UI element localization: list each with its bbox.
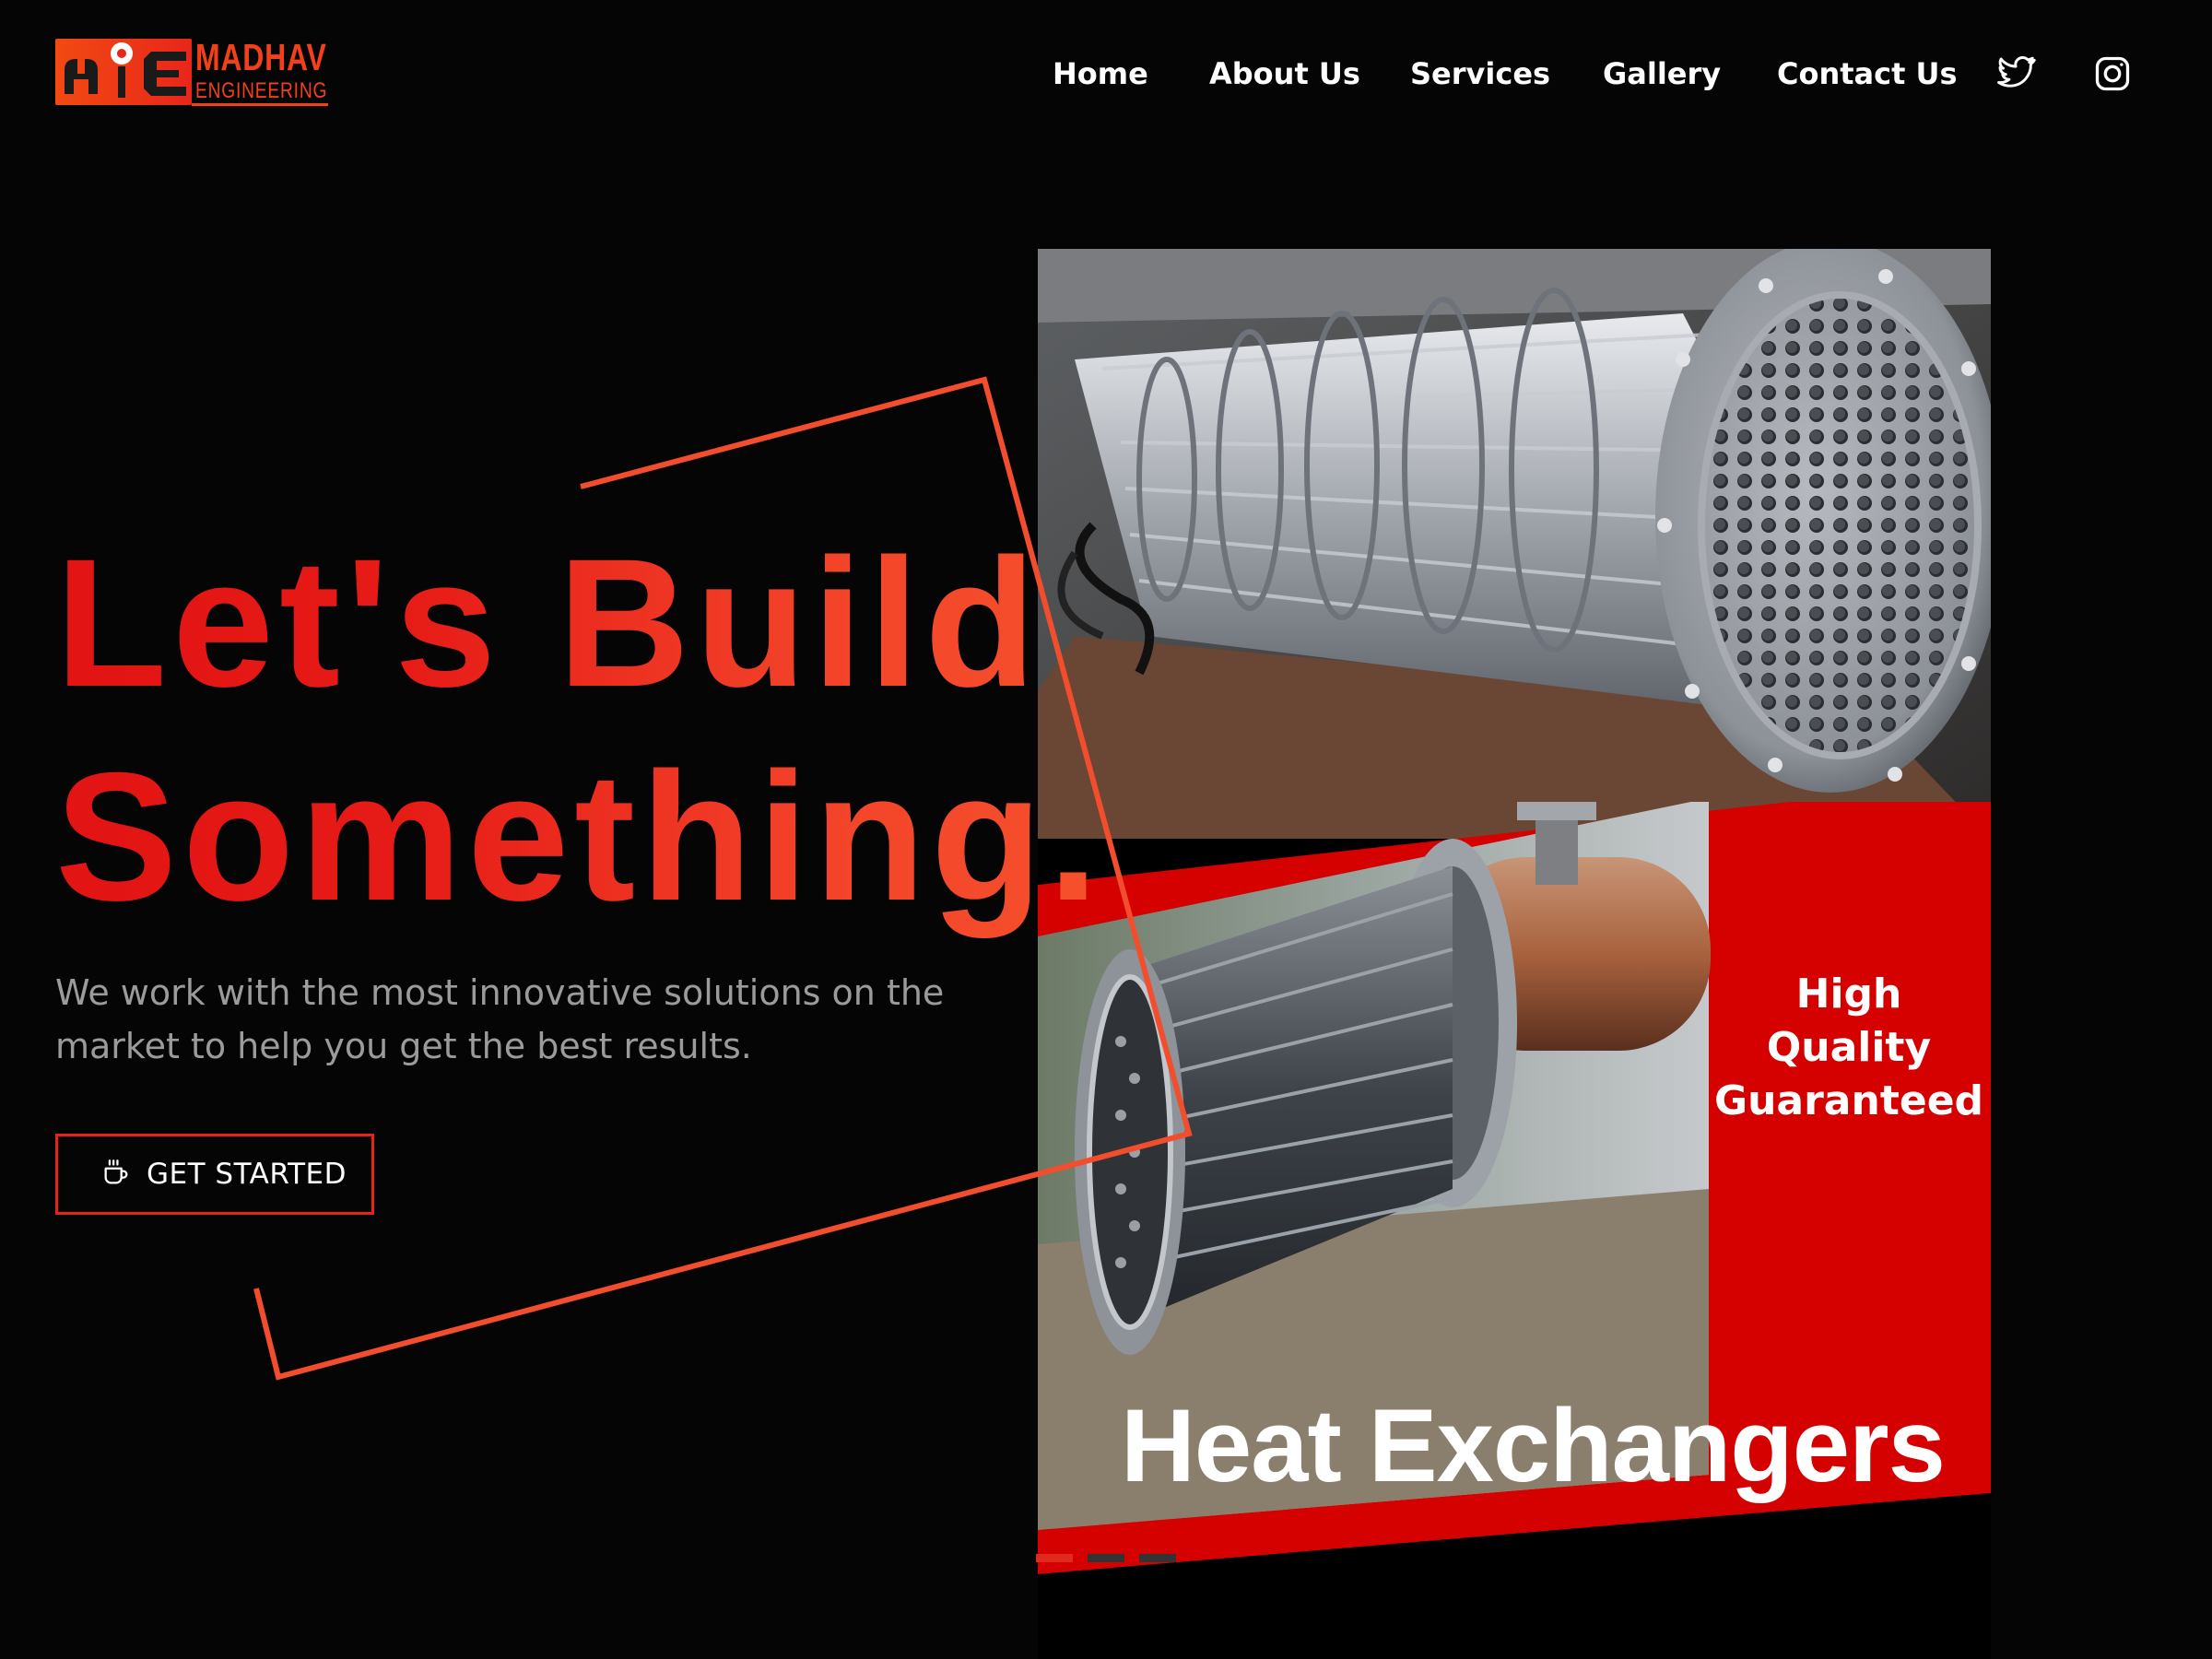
- badge-line1: High Quality: [1766, 971, 1932, 1071]
- brand-name-line2: ENGINEERING: [195, 78, 328, 103]
- nav-gallery[interactable]: Gallery: [1603, 53, 1721, 94]
- logo-mark-icon: [55, 39, 192, 105]
- badge-line2: Guaranteed: [1713, 1077, 1984, 1124]
- tube-bundle-photo: [1038, 249, 1991, 839]
- nav-about-us[interactable]: About Us: [1209, 53, 1360, 94]
- coffee-cup-icon: [100, 1157, 132, 1192]
- brand-name-line1: MADHAV: [195, 36, 327, 78]
- twitter-icon[interactable]: [1996, 53, 2037, 94]
- quality-badge: High Quality Guaranteed: [1711, 968, 1987, 1128]
- brand-name: MADHAV ENGINEERING: [192, 36, 328, 107]
- nav-contact-us[interactable]: Contact Us: [1777, 53, 1958, 94]
- hero-title-line1: Let's Build: [55, 521, 1042, 724]
- nav-home[interactable]: Home: [1053, 53, 1148, 94]
- hero-subtitle: We work with the most innovative solutio…: [55, 972, 945, 1066]
- nav-services[interactable]: Services: [1410, 53, 1550, 94]
- logo[interactable]: MADHAV ENGINEERING: [55, 36, 328, 107]
- brand-underline: [192, 103, 328, 106]
- slider-dot-1[interactable]: [1036, 1554, 1073, 1562]
- hero-title: Let's Build Something.: [55, 516, 1161, 944]
- hero-title-line2: Something.: [55, 735, 1104, 938]
- instagram-icon[interactable]: [2092, 53, 2133, 94]
- get-started-button[interactable]: GET STARTED: [55, 1134, 374, 1215]
- hero-slider[interactable]: High Quality Guaranteed Heat Exchangers: [1038, 249, 1991, 1659]
- slide-caption: Heat Exchangers: [1121, 1388, 1946, 1503]
- get-started-label: GET STARTED: [147, 1158, 347, 1191]
- slider-dot-2[interactable]: [1088, 1554, 1124, 1562]
- slider-dot-3[interactable]: [1139, 1554, 1176, 1562]
